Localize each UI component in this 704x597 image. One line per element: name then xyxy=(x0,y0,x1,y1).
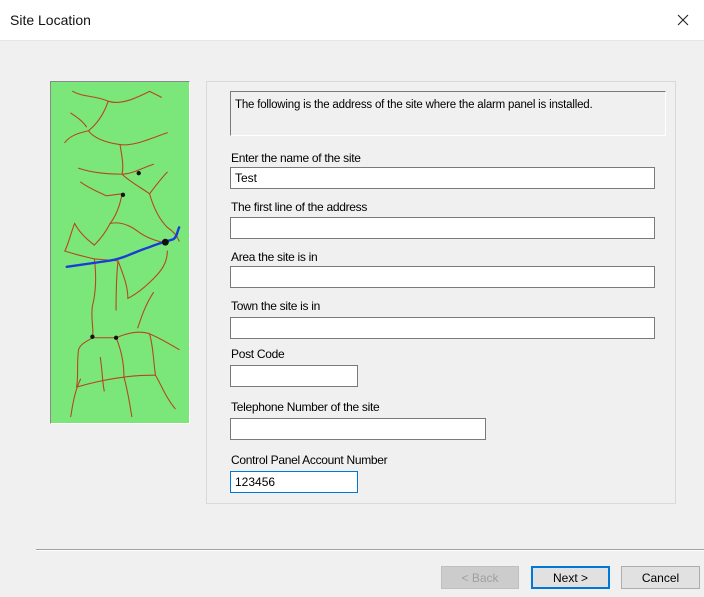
area-input[interactable] xyxy=(230,266,655,288)
button-separator xyxy=(36,549,704,551)
title-bar: Site Location xyxy=(0,0,704,41)
address-panel xyxy=(206,81,676,504)
town-label: Town the site is in xyxy=(231,299,321,313)
cancel-button[interactable]: Cancel xyxy=(621,566,700,589)
window-title: Site Location xyxy=(10,12,91,28)
close-icon[interactable] xyxy=(662,0,704,40)
next-button[interactable]: Next > xyxy=(531,566,610,589)
site-name-label: Enter the name of the site xyxy=(231,151,361,165)
post-code-input[interactable] xyxy=(230,365,358,387)
site-name-input[interactable] xyxy=(230,167,655,189)
telephone-label: Telephone Number of the site xyxy=(231,400,380,414)
account-number-input[interactable] xyxy=(230,471,358,493)
back-button[interactable]: < Back xyxy=(441,566,519,589)
info-text: The following is the address of the site… xyxy=(230,91,666,136)
map-roads-icon xyxy=(64,90,181,418)
address-line1-input[interactable] xyxy=(230,217,655,239)
post-code-label: Post Code xyxy=(231,347,285,361)
area-label: Area the site is in xyxy=(231,250,318,264)
town-input[interactable] xyxy=(230,317,655,339)
map-illustration xyxy=(50,81,190,424)
telephone-input[interactable] xyxy=(230,418,486,440)
account-number-label: Control Panel Account Number xyxy=(231,453,388,467)
address-line1-label: The first line of the address xyxy=(231,200,368,214)
site-location-dialog: Site Location The following is the addre… xyxy=(0,0,704,597)
